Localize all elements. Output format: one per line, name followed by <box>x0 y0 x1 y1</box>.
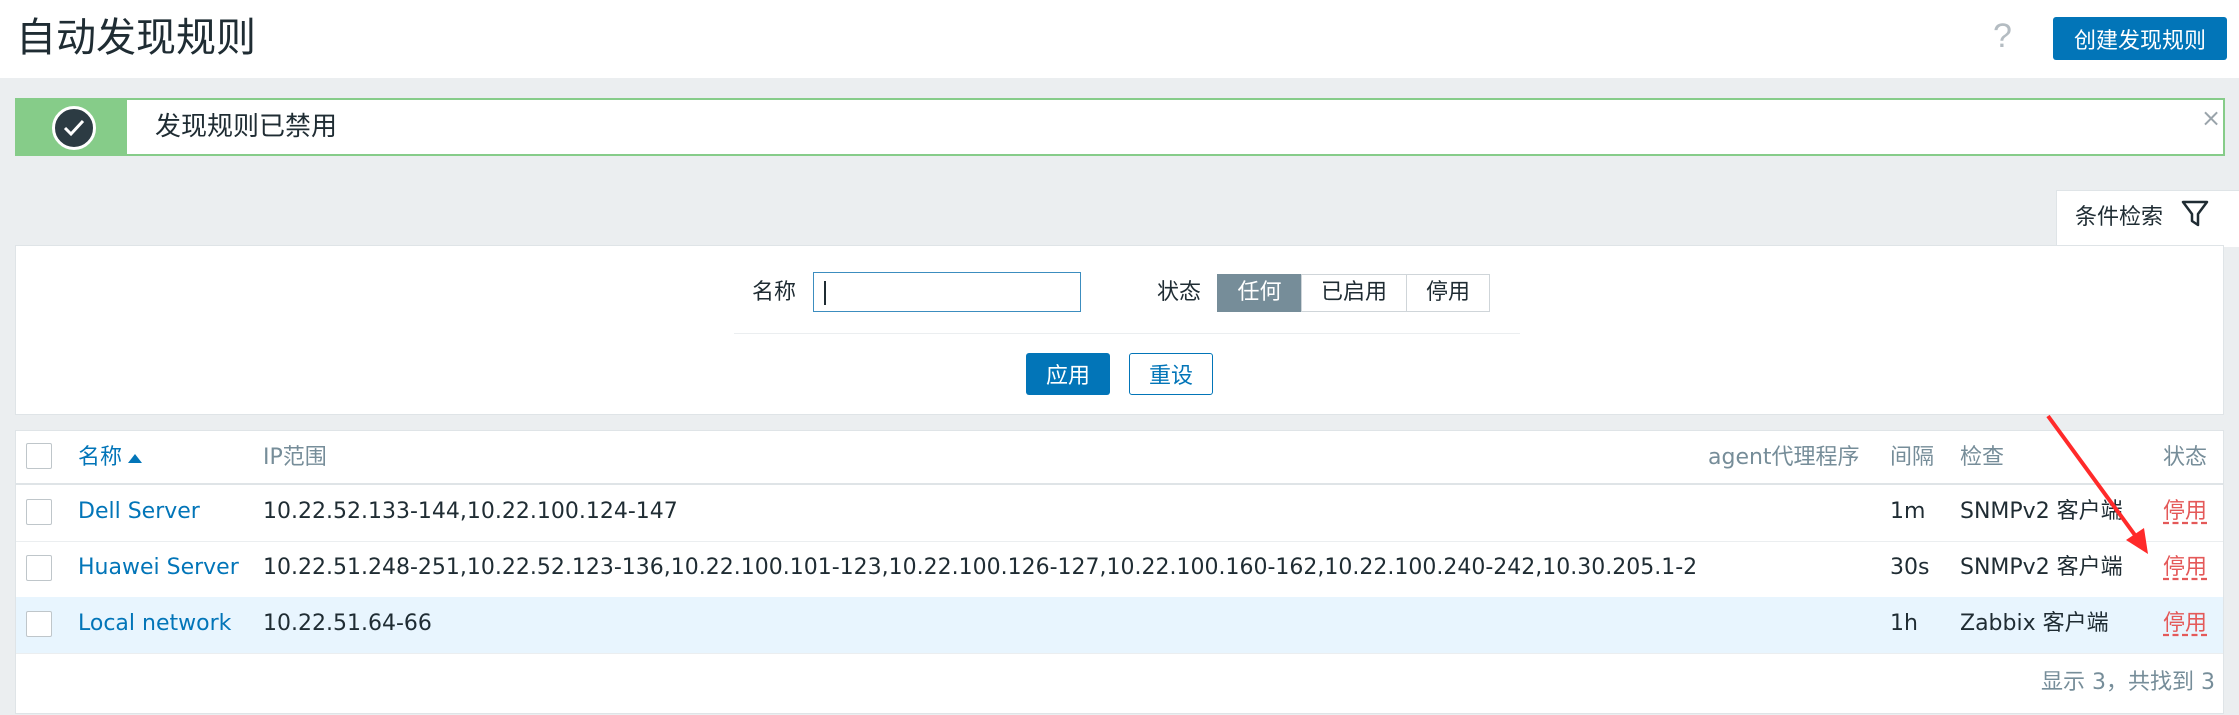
column-header-checks: 检查 <box>1960 445 2005 470</box>
checks-cell: SNMPv2 客户端 <box>1960 555 2123 580</box>
help-icon[interactable]: ? <box>1993 14 2012 58</box>
checks-cell: Zabbix 客户端 <box>1960 611 2109 636</box>
rule-name-link[interactable]: Huawei Server <box>78 553 239 583</box>
page-header: 自动发现规则 ? 创建发现规则 <box>0 0 2239 78</box>
interval-cell: 1h <box>1890 611 1918 636</box>
discovery-rules-table: 名称 IP范围 agent代理程序 间隔 检查 状态 Dell Server 1… <box>15 430 2224 714</box>
status-option-any[interactable]: 任何 <box>1217 274 1302 312</box>
text-cursor <box>824 281 826 305</box>
select-all-checkbox[interactable] <box>26 443 52 469</box>
status-toggle-link[interactable]: 停用 <box>2163 553 2207 583</box>
column-header-name-label: 名称 <box>78 445 123 470</box>
rule-name-link[interactable]: Local network <box>78 609 231 639</box>
interval-cell: 1m <box>1890 499 1926 524</box>
rule-name-link[interactable]: Dell Server <box>78 497 200 527</box>
check-circle-icon <box>52 106 96 150</box>
checks-cell: SNMPv2 客户端 <box>1960 499 2123 524</box>
status-option-enabled[interactable]: 已启用 <box>1301 274 1407 312</box>
apply-button[interactable]: 应用 <box>1026 353 1110 395</box>
table-row: Local network 10.22.51.64-66 1h Zabbix 客… <box>16 597 2223 654</box>
row-checkbox[interactable] <box>26 499 52 525</box>
ip-range-cell: 10.22.52.133-144,10.22.100.124-147 <box>263 499 678 524</box>
ip-range-cell: 10.22.51.64-66 <box>263 611 432 636</box>
sort-ascending-icon <box>128 453 143 463</box>
column-header-ip-range: IP范围 <box>263 445 327 470</box>
pagination-summary: 显示 3，共找到 3 <box>2041 670 2215 695</box>
filter-panel: 名称 状态 任何 已启用 停用 应用 重设 <box>15 245 2224 415</box>
column-header-interval: 间隔 <box>1890 445 1935 470</box>
table-row: Huawei Server 10.22.51.248-251,10.22.52.… <box>16 541 2223 598</box>
success-message: 发现规则已禁用 × <box>15 98 2225 156</box>
column-header-proxy: agent代理程序 <box>1708 445 1860 470</box>
reset-button[interactable]: 重设 <box>1129 353 1213 395</box>
row-checkbox[interactable] <box>26 611 52 637</box>
filter-icon <box>2181 199 2209 233</box>
status-filter-label: 状态 <box>1157 280 1202 305</box>
ip-range-cell: 10.22.51.248-251,10.22.52.123-136,10.22.… <box>263 555 1698 580</box>
message-text: 发现规则已禁用 <box>155 112 338 142</box>
status-option-disabled[interactable]: 停用 <box>1406 274 1490 312</box>
status-toggle-link[interactable]: 停用 <box>2163 497 2207 527</box>
filter-tab[interactable]: 条件检索 <box>2056 190 2239 247</box>
column-header-status: 状态 <box>2163 445 2208 470</box>
message-icon-area <box>17 100 127 154</box>
filter-divider <box>734 333 1520 334</box>
close-icon[interactable]: × <box>2201 104 2221 132</box>
name-filter-label: 名称 <box>752 280 797 305</box>
create-discovery-rule-button[interactable]: 创建发现规则 <box>2053 17 2227 60</box>
filter-tab-label: 条件检索 <box>2075 205 2164 230</box>
interval-cell: 30s <box>1890 555 1930 580</box>
status-toggle-link[interactable]: 停用 <box>2163 609 2207 639</box>
name-filter-input[interactable] <box>813 272 1081 312</box>
table-row: Dell Server 10.22.52.133-144,10.22.100.1… <box>16 485 2223 542</box>
page-title: 自动发现规则 <box>16 15 256 61</box>
column-header-name[interactable]: 名称 <box>78 443 143 473</box>
row-checkbox[interactable] <box>26 555 52 581</box>
